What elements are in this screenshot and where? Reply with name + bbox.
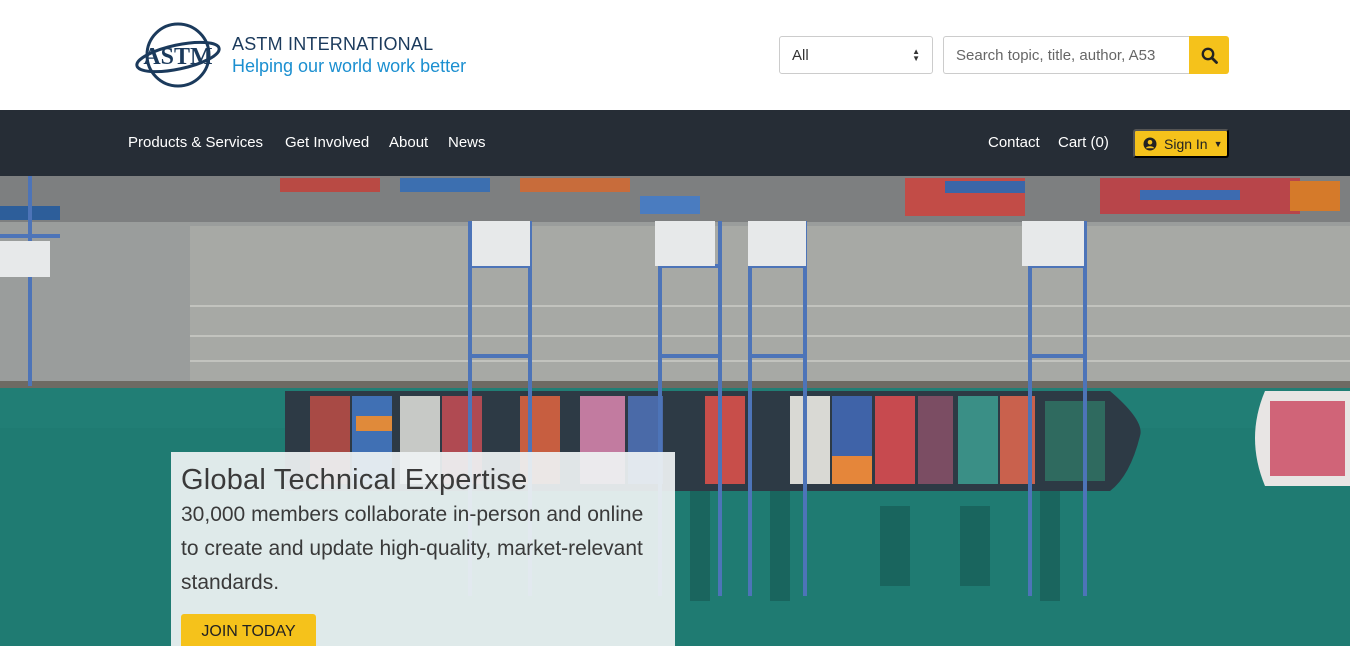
nav-item-news[interactable]: News xyxy=(448,134,486,151)
search-button[interactable] xyxy=(1189,36,1229,74)
sign-in-button[interactable]: Sign In ▼ xyxy=(1133,129,1229,158)
logo-name: ASTM INTERNATIONAL xyxy=(232,33,434,54)
hero-callout: Global Technical Expertise 30,000 member… xyxy=(171,452,675,646)
nav-item-get-involved[interactable]: Get Involved xyxy=(285,134,369,151)
astm-globe-logo: ASTM xyxy=(135,22,221,88)
search-scope-select[interactable]: All ▲ ▼ xyxy=(779,36,933,74)
search-input[interactable] xyxy=(943,36,1191,74)
search-scope-value: All xyxy=(792,46,809,64)
main-nav: Products & Services Get Involved About N… xyxy=(0,110,1350,176)
nav-item-about[interactable]: About xyxy=(389,134,428,151)
logo-text: ASTM INTERNATIONAL Helping our world wor… xyxy=(232,34,466,77)
nav-item-products-services[interactable]: Products & Services xyxy=(128,134,263,151)
caret-down-icon: ▼ xyxy=(1213,138,1223,149)
logo-tagline: Helping our world work better xyxy=(232,55,467,76)
hero-title: Global Technical Expertise xyxy=(181,464,528,496)
join-today-button[interactable]: JOIN TODAY xyxy=(181,614,316,646)
logo-mark-text: ASTM xyxy=(143,44,212,70)
hero-banner: Global Technical Expertise 30,000 member… xyxy=(0,176,1350,646)
site-logo[interactable]: ASTM ASTM INTERNATIONAL Helping our worl… xyxy=(134,20,466,90)
nav-item-contact[interactable]: Contact xyxy=(988,134,1040,151)
search-icon xyxy=(1201,47,1218,64)
site-header: ASTM ASTM INTERNATIONAL Helping our worl… xyxy=(0,0,1350,110)
hero-body: 30,000 members collaborate in-person and… xyxy=(181,503,644,594)
sort-arrows-icon: ▲ ▼ xyxy=(912,47,920,63)
nav-item-cart[interactable]: Cart (0) xyxy=(1058,134,1109,151)
sign-in-label: Sign In xyxy=(1164,135,1208,152)
user-circle-icon xyxy=(1143,137,1157,150)
